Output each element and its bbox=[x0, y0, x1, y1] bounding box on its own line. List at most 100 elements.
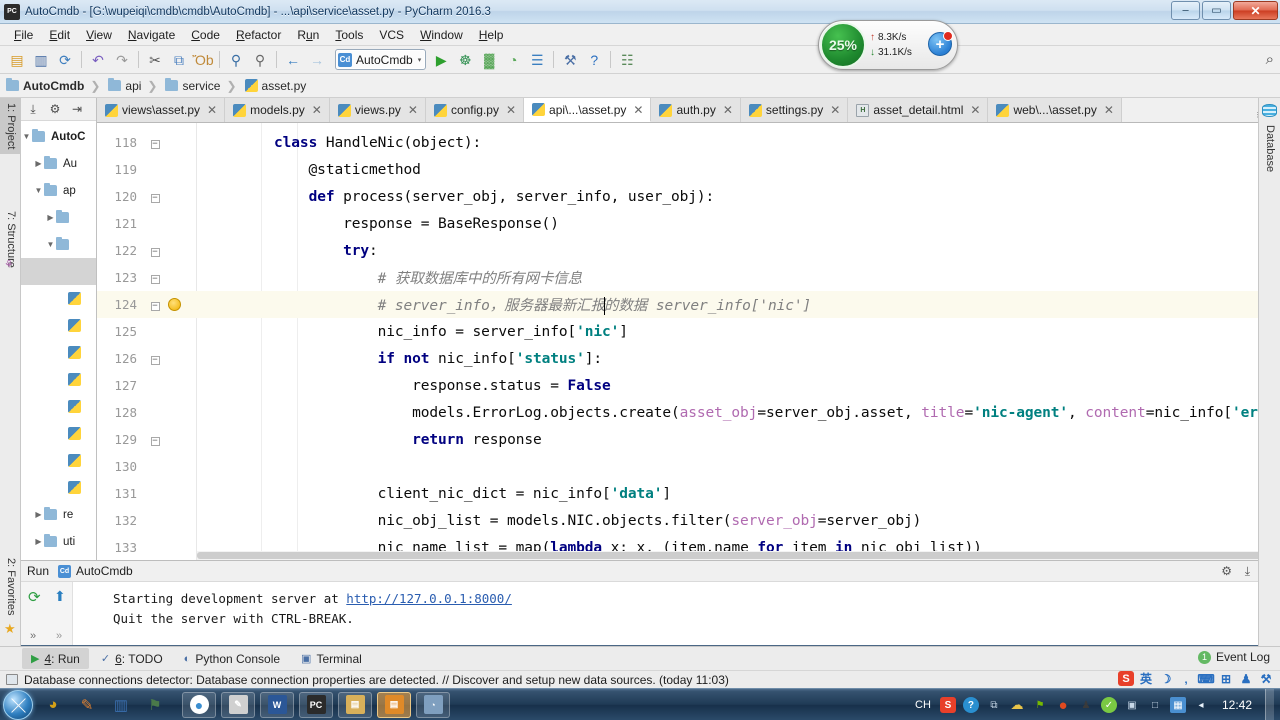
menu-item-code[interactable]: Code bbox=[183, 26, 228, 44]
run-configuration-selector[interactable]: Cd AutoCmdb ▾ bbox=[335, 49, 427, 70]
cut-icon[interactable]: ✂ bbox=[143, 49, 167, 71]
media-player-icon[interactable]: ◕ bbox=[39, 692, 67, 718]
taskbar-palette[interactable]: ◔ bbox=[416, 691, 450, 718]
language-indicator[interactable]: CH bbox=[913, 697, 933, 713]
network-speed-widget[interactable]: 25% ↑ 8.3K/s ↓ 31.1K/s + bbox=[818, 20, 958, 70]
project-tree[interactable]: ▼AutoC▶Au▼ap▶▼▶re▶uti▶wedbma▶Extern bbox=[21, 121, 96, 560]
editor-tab-auth-py[interactable]: auth.py ✕ bbox=[651, 98, 741, 122]
taskbar-pycharm[interactable]: PC bbox=[299, 691, 333, 718]
chevron-right-icon[interactable]: ▶ bbox=[33, 537, 44, 546]
project-tree-row[interactable]: ▼ bbox=[21, 231, 96, 258]
qq-tray-icon[interactable]: ♟ bbox=[1078, 697, 1094, 713]
taskbar-notepad[interactable]: ✎ bbox=[221, 691, 255, 718]
close-icon[interactable]: ✕ bbox=[723, 104, 733, 116]
menu-item-file[interactable]: File bbox=[6, 26, 41, 44]
record-tray-icon[interactable]: ● bbox=[1055, 697, 1071, 714]
close-icon[interactable]: ✕ bbox=[633, 104, 643, 116]
chinese-input-icon[interactable]: 英 bbox=[1138, 671, 1154, 686]
close-icon[interactable]: ✕ bbox=[506, 104, 516, 116]
code-line[interactable]: # server_info，服务器最新汇报的数据 server_info['ni… bbox=[197, 291, 1280, 318]
project-tree-row[interactable]: ▶ bbox=[21, 204, 96, 231]
code-line[interactable]: response.status = False bbox=[197, 372, 1280, 399]
search-everywhere-icon[interactable]: ⌕ bbox=[1266, 51, 1274, 68]
minimize-button[interactable]: – bbox=[1171, 1, 1200, 20]
fold-marker-icon[interactable]: − bbox=[145, 298, 165, 311]
tool-tab-project[interactable]: 1: Project bbox=[0, 98, 21, 155]
bottom-tab-6-todo[interactable]: ✓ 6: TODO bbox=[92, 648, 172, 669]
redo-icon[interactable]: ↷ bbox=[110, 49, 134, 71]
fold-marker-icon[interactable]: − bbox=[145, 244, 165, 257]
gear-icon[interactable]: ⚙ bbox=[1221, 564, 1232, 578]
chevron-right-icon[interactable]: ▶ bbox=[45, 213, 56, 222]
code-line[interactable]: def process(server_obj, server_info, use… bbox=[197, 183, 1280, 210]
editor-tab-web-asset-py[interactable]: web\...\asset.py ✕ bbox=[988, 98, 1122, 122]
close-icon[interactable]: ✕ bbox=[1104, 104, 1114, 116]
shirt-icon[interactable]: ♟ bbox=[1238, 671, 1254, 686]
help-icon[interactable]: ? bbox=[582, 49, 606, 71]
hide-icon[interactable]: ⇥ bbox=[67, 99, 87, 119]
project-tree-row[interactable] bbox=[21, 312, 96, 339]
console-link[interactable]: http://127.0.0.1:8000/ bbox=[346, 591, 512, 606]
menu-item-vcs[interactable]: VCS bbox=[371, 26, 412, 44]
intention-bulb-icon[interactable] bbox=[168, 298, 181, 311]
project-tree-row[interactable] bbox=[21, 258, 96, 285]
project-tree-row[interactable]: ▶ re bbox=[21, 501, 96, 528]
code-line[interactable]: return response bbox=[197, 426, 1280, 453]
chevron-right-icon[interactable]: ▶ bbox=[33, 159, 44, 168]
project-tree-row[interactable] bbox=[21, 366, 96, 393]
help-tray-icon[interactable]: ? bbox=[962, 697, 979, 713]
code-line[interactable]: class HandleNic(object): bbox=[197, 129, 1280, 156]
project-tree-row[interactable]: ▶ Au bbox=[21, 150, 96, 177]
code-line[interactable]: nic_info = server_info['nic'] bbox=[197, 318, 1280, 345]
menu-item-tools[interactable]: Tools bbox=[327, 26, 371, 44]
paint-icon[interactable]: ✎ bbox=[73, 692, 101, 718]
project-tree-row[interactable]: ▶ uti bbox=[21, 528, 96, 555]
undo-icon[interactable]: ↶ bbox=[86, 49, 110, 71]
editor-tab-config-py[interactable]: config.py ✕ bbox=[425, 98, 525, 122]
editor-gutter[interactable]: 118−119 120−121 122−123−124−125 126−127 128 1… bbox=[97, 123, 197, 560]
editor-tab-views-asset-py[interactable]: views\asset.py ✕ bbox=[97, 98, 226, 122]
monitor-tray-icon[interactable]: □ bbox=[1147, 697, 1163, 713]
code-line[interactable]: @staticmethod bbox=[197, 156, 1280, 183]
rerun-icon[interactable]: ☰ bbox=[525, 49, 549, 71]
project-tree-row[interactable]: ▼ AutoC bbox=[21, 123, 96, 150]
close-icon[interactable]: ✕ bbox=[312, 104, 322, 116]
hide-panel-icon[interactable]: ⤓ bbox=[1245, 564, 1250, 579]
overflow-tray-icon[interactable]: ⧉ bbox=[986, 697, 1002, 713]
fold-marker-icon[interactable]: − bbox=[145, 136, 165, 149]
editor-hscroll-thumb[interactable] bbox=[197, 552, 1277, 559]
sync-icon[interactable]: ⟳ bbox=[53, 49, 77, 71]
debug-icon[interactable]: ☸ bbox=[453, 49, 477, 71]
project-tree-row[interactable] bbox=[21, 339, 96, 366]
menu-item-edit[interactable]: Edit bbox=[41, 26, 78, 44]
chevron-down-icon[interactable]: ▼ bbox=[21, 132, 32, 141]
start-button[interactable] bbox=[3, 689, 33, 720]
fold-marker-icon[interactable]: − bbox=[145, 352, 165, 365]
editor-tab-views-py[interactable]: views.py ✕ bbox=[329, 98, 426, 122]
database-toolbar-icon[interactable]: ☷ bbox=[615, 49, 639, 71]
save-all-icon[interactable]: ▥ bbox=[29, 49, 53, 71]
save-icon[interactable]: ▥ bbox=[107, 692, 135, 718]
menu-item-run[interactable]: Run bbox=[289, 26, 327, 44]
chevron-right-icon[interactable]: ▶ bbox=[33, 510, 44, 519]
maximize-button[interactable]: ▭ bbox=[1202, 1, 1231, 20]
profile-icon[interactable]: ◔ bbox=[501, 49, 525, 71]
code-line[interactable]: # 获取数据库中的所有网卡信息 bbox=[197, 264, 1280, 291]
paste-icon[interactable]: Ὄb bbox=[191, 49, 215, 71]
bottom-tab-python-console[interactable]: ◐ Python Console bbox=[175, 648, 289, 669]
network-tray-icon[interactable]: ▣ bbox=[1124, 697, 1140, 713]
code-line[interactable]: client_nic_dict = nic_info['data'] bbox=[197, 480, 1280, 507]
shield-tray-icon[interactable]: ✓ bbox=[1100, 697, 1117, 713]
scroll-up-icon[interactable]: ⬆ bbox=[54, 588, 66, 605]
editor-horizontal-scrollbar[interactable] bbox=[197, 551, 1277, 560]
coverage-icon[interactable]: ▓ bbox=[477, 49, 501, 71]
code-line[interactable]: if not nic_info['status']: bbox=[197, 345, 1280, 372]
code-line[interactable]: models.ErrorLog.objects.create(asset_obj… bbox=[197, 399, 1280, 426]
close-icon[interactable]: ✕ bbox=[207, 104, 217, 116]
settings-icon[interactable]: ⚒ bbox=[558, 49, 582, 71]
copy-icon[interactable]: ⧉ bbox=[167, 49, 191, 71]
network-add-button[interactable]: + bbox=[928, 31, 953, 56]
close-icon[interactable]: ✕ bbox=[970, 104, 980, 116]
taskbar-explorer[interactable]: ▤ bbox=[338, 691, 372, 718]
close-icon[interactable]: ✕ bbox=[830, 104, 840, 116]
